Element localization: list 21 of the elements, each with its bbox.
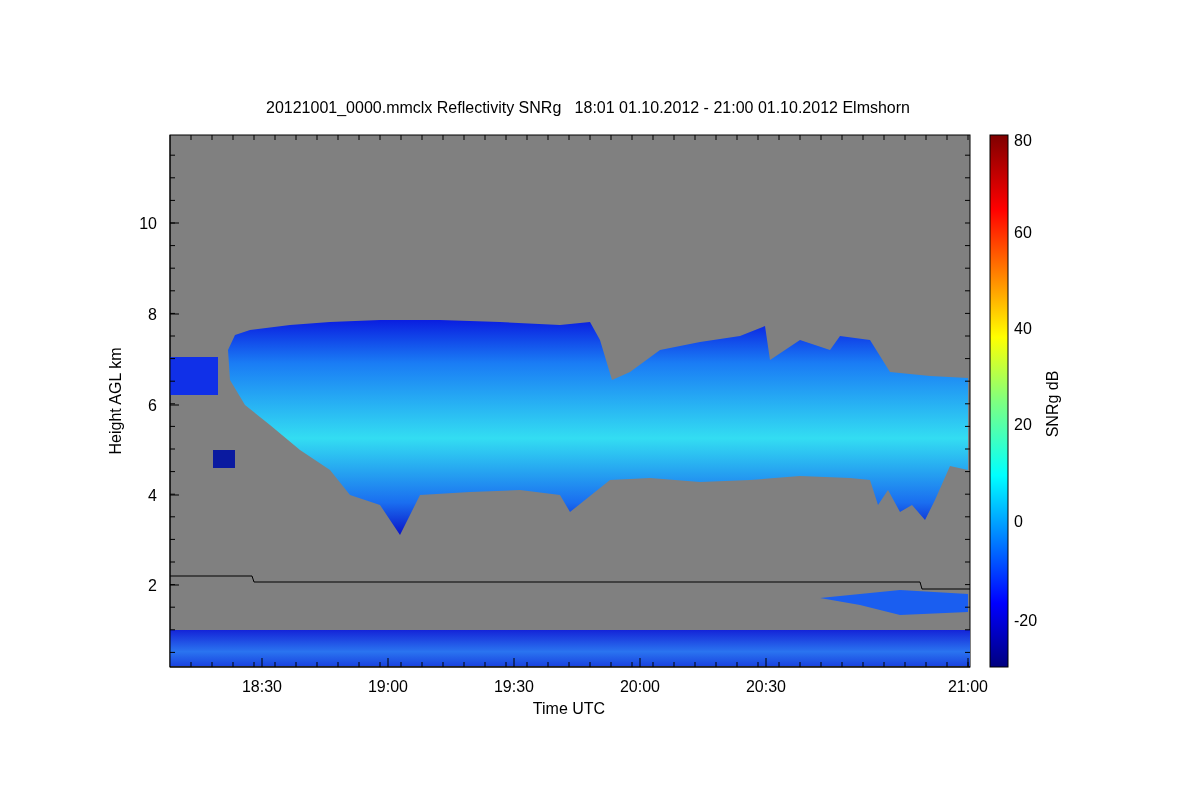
x-tick-label: 20:30	[746, 678, 786, 695]
colorbar-tick-label: 20	[1014, 416, 1032, 433]
colorbar-tick-label: -20	[1014, 612, 1038, 629]
x-tick-label: 20:00	[620, 678, 660, 695]
y-tick-label: 2	[148, 577, 157, 594]
y-tick-label: 10	[139, 215, 157, 232]
y-tick-label: 4	[148, 487, 157, 504]
x-axis-label: Time UTC	[532, 700, 606, 717]
colorbar-tick-label: 80	[1014, 132, 1032, 149]
x-tick-label: 21:00	[948, 678, 988, 695]
colorbar-tick-label: 0	[1014, 513, 1023, 530]
y-axis-label: Height AGL km	[107, 347, 124, 455]
colorbar-label: SNRg dB	[1044, 370, 1061, 438]
colorbar-tick-label: 40	[1014, 320, 1032, 337]
y-tick-label: 8	[148, 306, 157, 323]
chart-title: 20121001_0000.mmclx Reflectivity SNRg 18:01 01.10.2012 - 21:00 01.10.2012 Elmshorn	[266, 99, 910, 116]
x-tick-label: 19:30	[494, 678, 534, 695]
colorbar-tick-label: 60	[1014, 224, 1032, 241]
y-tick-label: 6	[148, 397, 157, 414]
x-tick-label: 18:30	[242, 678, 282, 695]
x-tick-label: 19:00	[368, 678, 408, 695]
